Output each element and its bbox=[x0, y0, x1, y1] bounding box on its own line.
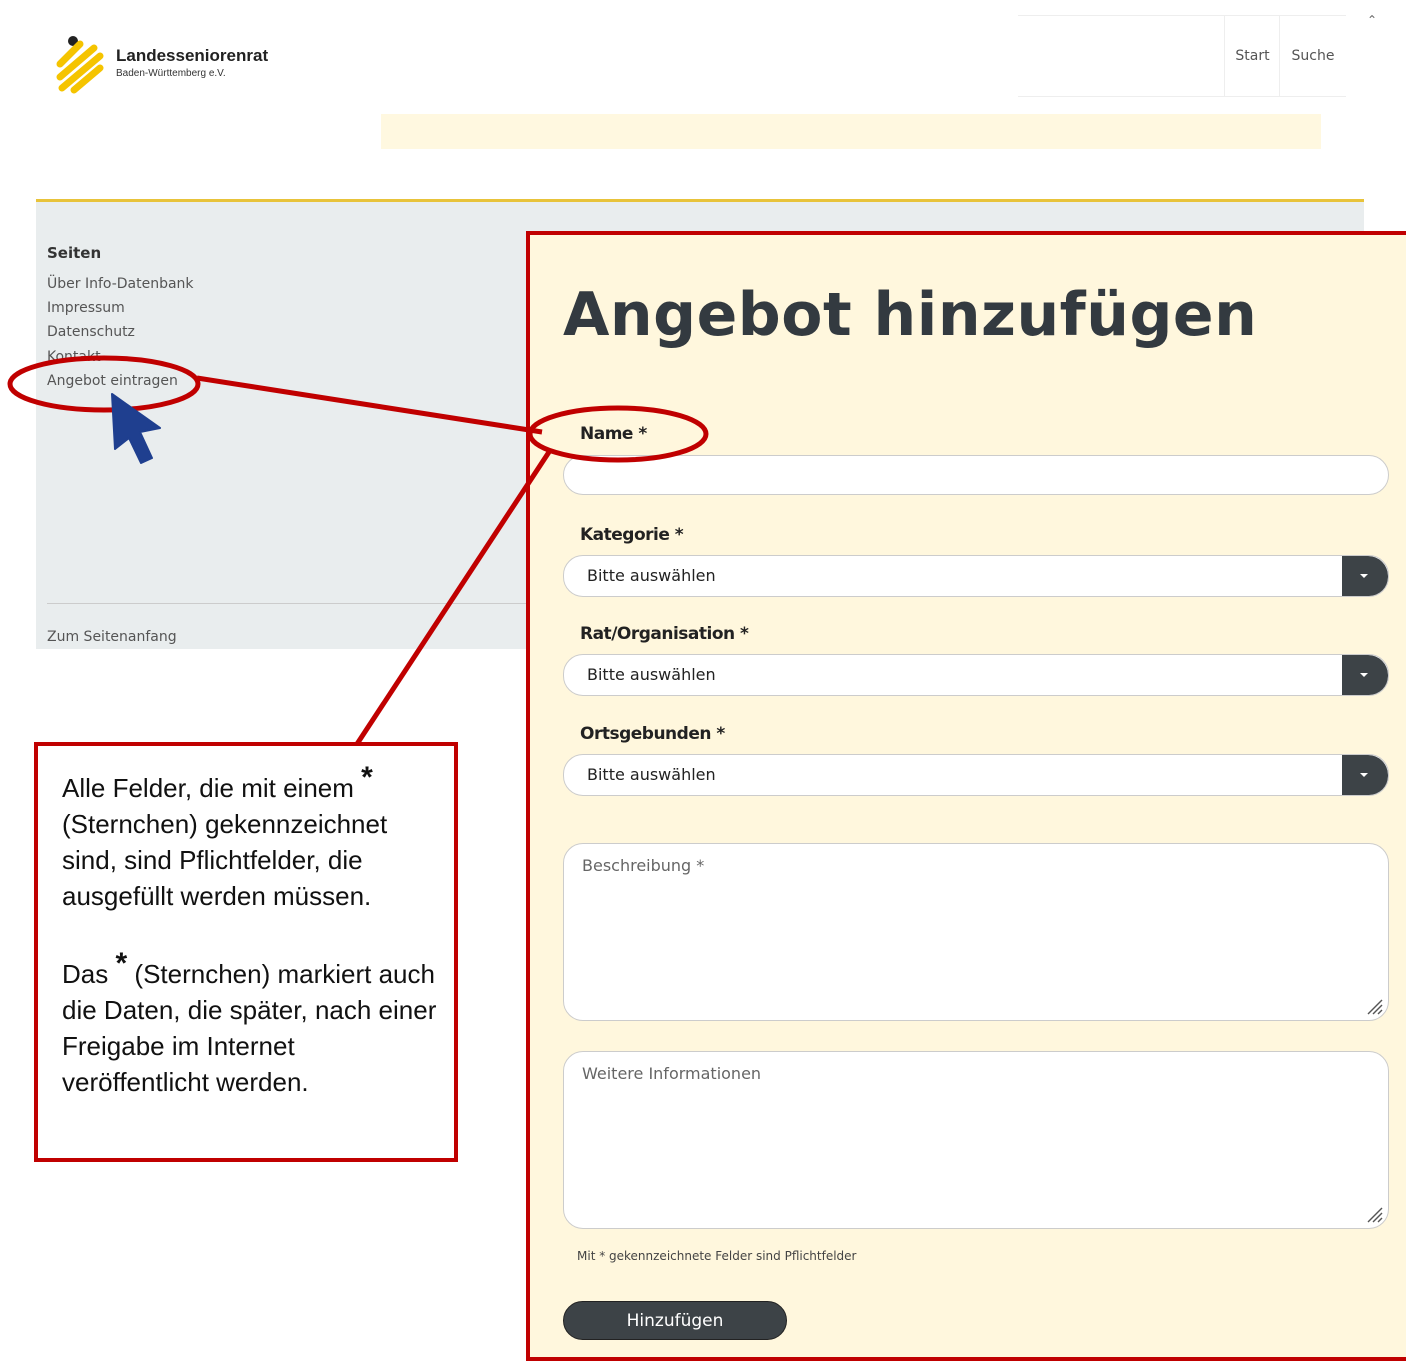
sidebar-link-add-offer[interactable]: Angebot eintragen bbox=[47, 373, 178, 389]
category-label: Kategorie * bbox=[580, 525, 684, 545]
brand-logo-icon bbox=[56, 36, 104, 94]
nav-start-link[interactable]: Start bbox=[1224, 16, 1280, 96]
info-textarea[interactable]: Weitere Informationen bbox=[563, 1051, 1389, 1229]
required-fields-note: Mit * gekennzeichnete Felder sind Pflich… bbox=[577, 1249, 857, 1263]
instruction-callout: Alle Felder, die mit einem * (Sternchen)… bbox=[34, 742, 458, 1162]
top-navigation: Start Suche bbox=[1018, 15, 1346, 97]
name-label: Name * bbox=[580, 424, 647, 444]
callout-text-1a: Alle Felder, die mit einem bbox=[62, 773, 354, 803]
local-select[interactable]: Bitte auswählen bbox=[563, 754, 1389, 796]
notice-bar bbox=[381, 114, 1321, 149]
chevron-down-icon bbox=[1360, 773, 1368, 777]
brand-name: Landesseniorenrat bbox=[116, 46, 269, 65]
sidebar-link-about[interactable]: Über Info-Datenbank bbox=[47, 276, 194, 292]
chevron-down-icon bbox=[1360, 673, 1368, 677]
callout-text-1b: (Sternchen) gekennzeichnet sind, sind Pf… bbox=[62, 809, 388, 911]
category-dropdown-button[interactable] bbox=[1342, 556, 1388, 596]
description-textarea[interactable]: Beschreibung * bbox=[563, 843, 1389, 1021]
resize-grip-icon[interactable] bbox=[1364, 996, 1384, 1016]
scroll-up-arrow-icon[interactable]: ⌃ bbox=[1364, 12, 1380, 28]
sidebar-title: Seiten bbox=[47, 244, 102, 262]
chevron-down-icon bbox=[1360, 574, 1368, 578]
info-placeholder: Weitere Informationen bbox=[582, 1064, 762, 1083]
sidebar-link-contact[interactable]: Kontakt bbox=[47, 349, 101, 365]
category-select[interactable]: Bitte auswählen bbox=[563, 555, 1389, 597]
local-dropdown-button[interactable] bbox=[1342, 755, 1388, 795]
resize-grip-icon[interactable] bbox=[1364, 1204, 1384, 1224]
brand-logo[interactable]: Landesseniorenrat Baden-Württemberg e.V. bbox=[54, 36, 294, 96]
organization-select[interactable]: Bitte auswählen bbox=[563, 654, 1389, 696]
organization-label: Rat/Organisation * bbox=[580, 624, 749, 644]
callout-text-2a: Das bbox=[62, 959, 109, 989]
back-to-top-link[interactable]: Zum Seitenanfang bbox=[47, 629, 177, 645]
footer-divider bbox=[47, 603, 527, 604]
local-label: Ortsgebunden * bbox=[580, 724, 725, 744]
organization-dropdown-button[interactable] bbox=[1342, 655, 1388, 695]
add-submit-button[interactable]: Hinzufügen bbox=[563, 1301, 787, 1340]
asterisk-mark: * bbox=[115, 947, 128, 980]
sidebar-link-privacy[interactable]: Datenschutz bbox=[47, 324, 135, 340]
nav-search-link[interactable]: Suche bbox=[1279, 16, 1346, 96]
asterisk-mark: * bbox=[361, 761, 373, 794]
page-title: Angebot hinzufügen bbox=[563, 280, 1258, 350]
name-input[interactable] bbox=[563, 455, 1389, 495]
callout-paragraph-1: Alle Felder, die mit einem * (Sternchen)… bbox=[62, 761, 442, 914]
description-placeholder: Beschreibung * bbox=[582, 856, 705, 875]
local-select-value: Bitte auswählen bbox=[587, 765, 716, 784]
callout-paragraph-2: Das * (Sternchen) markiert auch die Date… bbox=[62, 947, 442, 1100]
brand-subtitle: Baden-Württemberg e.V. bbox=[116, 68, 226, 79]
category-select-value: Bitte auswählen bbox=[587, 566, 716, 585]
sidebar-link-imprint[interactable]: Impressum bbox=[47, 300, 125, 316]
organization-select-value: Bitte auswählen bbox=[587, 665, 716, 684]
